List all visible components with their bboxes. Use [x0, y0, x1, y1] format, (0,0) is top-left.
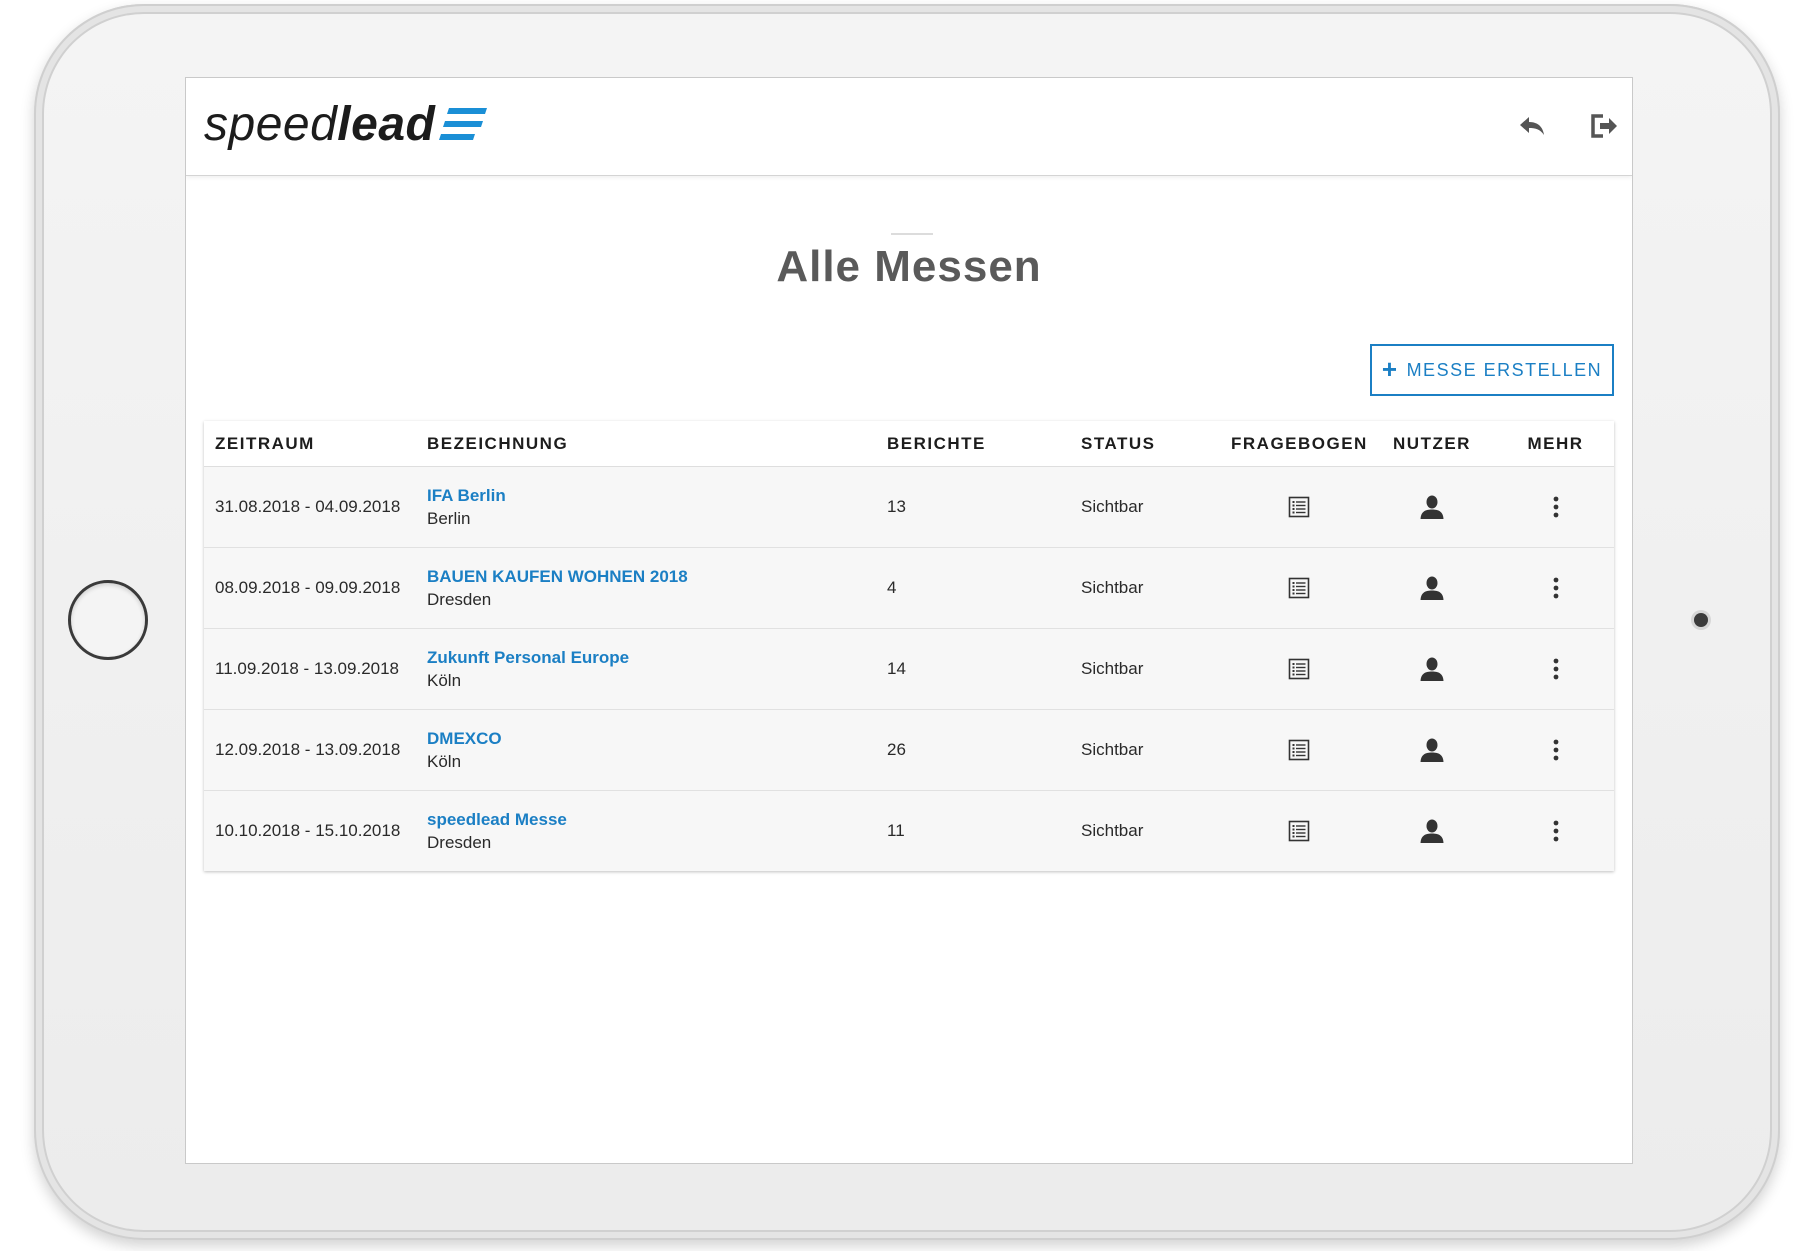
- row-mehr: [1497, 570, 1614, 606]
- messe-city: Dresden: [427, 589, 492, 609]
- column-header-zeitraum[interactable]: ZEITRAUM: [204, 434, 416, 454]
- table-body: 31.08.2018 - 04.09.2018 IFA Berlin Berli…: [204, 467, 1614, 871]
- reply-arrow-icon[interactable]: [1514, 108, 1550, 144]
- row-zeitraum: 11.09.2018 - 13.09.2018: [215, 659, 400, 678]
- row-berichte: 14: [887, 659, 906, 678]
- list-icon[interactable]: [1281, 570, 1317, 606]
- title-divider: [891, 233, 933, 235]
- row-bezeichnung: DMEXCO Köln: [416, 729, 886, 772]
- more-vertical-icon[interactable]: [1538, 732, 1574, 768]
- column-header-nutzer: NUTZER: [1393, 433, 1471, 453]
- row-status: Sichtbar: [1081, 578, 1144, 597]
- messe-city: Köln: [427, 670, 462, 690]
- page-title: Alle Messen: [776, 242, 1042, 291]
- list-icon[interactable]: [1281, 489, 1317, 525]
- create-messe-button[interactable]: + MESSE ERSTELLEN: [1370, 344, 1614, 396]
- row-fragebogen: [1231, 732, 1367, 768]
- messe-name-link[interactable]: Zukunft Personal Europe: [427, 648, 886, 668]
- messe-name-link[interactable]: DMEXCO: [427, 729, 886, 749]
- table-header: ZEITRAUM BEZEICHNUNG BERICHTE STATUS FRA…: [204, 421, 1614, 467]
- app-header: speed lead: [186, 78, 1632, 176]
- messe-city: Dresden: [427, 832, 492, 852]
- logo-speed-lines-icon: [439, 108, 488, 140]
- messe-city: Berlin: [427, 508, 471, 528]
- row-zeitraum: 08.09.2018 - 09.09.2018: [215, 578, 401, 597]
- row-berichte: 26: [887, 740, 906, 759]
- table-row: 10.10.2018 - 15.10.2018 speedlead Messe …: [204, 791, 1614, 871]
- table-row: 31.08.2018 - 04.09.2018 IFA Berlin Berli…: [204, 467, 1614, 548]
- column-header-fragebogen: FRAGEBOGEN: [1231, 433, 1368, 453]
- row-fragebogen: [1231, 489, 1367, 525]
- more-vertical-icon[interactable]: [1538, 651, 1574, 687]
- row-status: Sichtbar: [1081, 659, 1144, 678]
- row-mehr: [1497, 651, 1614, 687]
- home-button[interactable]: [68, 580, 148, 660]
- row-mehr: [1497, 732, 1614, 768]
- row-bezeichnung: IFA Berlin Berlin: [416, 486, 886, 529]
- table-row: 11.09.2018 - 13.09.2018 Zukunft Personal…: [204, 629, 1614, 710]
- column-header-berichte[interactable]: BERICHTE: [886, 434, 1081, 454]
- more-vertical-icon[interactable]: [1538, 570, 1574, 606]
- messe-city: Köln: [427, 751, 462, 771]
- row-nutzer: [1367, 813, 1497, 849]
- app-screen: speedlead Alle Messen + MESSE ERSTELLEN: [185, 77, 1633, 1164]
- messe-name-link[interactable]: IFA Berlin: [427, 486, 886, 506]
- row-bezeichnung: Zukunft Personal Europe Köln: [416, 648, 886, 691]
- more-vertical-icon[interactable]: [1538, 813, 1574, 849]
- row-nutzer: [1367, 489, 1497, 525]
- row-status: Sichtbar: [1081, 821, 1144, 840]
- list-icon[interactable]: [1281, 813, 1317, 849]
- user-icon[interactable]: [1414, 489, 1450, 525]
- row-nutzer: [1367, 570, 1497, 606]
- messe-name-link[interactable]: BAUEN KAUFEN WOHNEN 2018: [427, 567, 886, 587]
- row-fragebogen: [1231, 813, 1367, 849]
- speedlead-logo[interactable]: speed lead: [204, 97, 489, 151]
- user-icon[interactable]: [1414, 732, 1450, 768]
- messen-table: ZEITRAUM BEZEICHNUNG BERICHTE STATUS FRA…: [204, 421, 1614, 871]
- camera: [1694, 613, 1708, 627]
- user-icon[interactable]: [1414, 651, 1450, 687]
- column-header-mehr: MEHR: [1527, 433, 1584, 453]
- list-icon[interactable]: [1281, 651, 1317, 687]
- row-berichte: 11: [887, 821, 905, 840]
- row-nutzer: [1367, 732, 1497, 768]
- column-header-status[interactable]: STATUS: [1081, 434, 1231, 454]
- row-status: Sichtbar: [1081, 740, 1144, 759]
- row-zeitraum: 31.08.2018 - 04.09.2018: [215, 497, 401, 516]
- table-row: 08.09.2018 - 09.09.2018 BAUEN KAUFEN WOH…: [204, 548, 1614, 629]
- row-fragebogen: [1231, 570, 1367, 606]
- row-berichte: 4: [887, 578, 897, 597]
- row-zeitraum: 10.10.2018 - 15.10.2018: [215, 821, 401, 840]
- row-mehr: [1497, 813, 1614, 849]
- row-nutzer: [1367, 651, 1497, 687]
- row-fragebogen: [1231, 651, 1367, 687]
- row-bezeichnung: BAUEN KAUFEN WOHNEN 2018 Dresden: [416, 567, 886, 610]
- more-vertical-icon[interactable]: [1538, 489, 1574, 525]
- logo-text-regular: speed: [204, 97, 338, 151]
- row-zeitraum: 12.09.2018 - 13.09.2018: [215, 740, 401, 759]
- user-icon[interactable]: [1414, 570, 1450, 606]
- create-messe-label: MESSE ERSTELLEN: [1406, 359, 1603, 380]
- table-row: 12.09.2018 - 13.09.2018 DMEXCO Köln 26 S…: [204, 710, 1614, 791]
- column-header-bezeichnung[interactable]: BEZEICHNUNG: [416, 434, 886, 454]
- plus-icon: +: [1381, 354, 1399, 384]
- list-icon[interactable]: [1281, 732, 1317, 768]
- logout-icon[interactable]: [1586, 108, 1622, 144]
- row-berichte: 13: [887, 497, 906, 516]
- user-icon[interactable]: [1414, 813, 1450, 849]
- row-status: Sichtbar: [1081, 497, 1144, 516]
- logo-text-bold: lead: [337, 97, 436, 151]
- messe-name-link[interactable]: speedlead Messe: [427, 810, 886, 830]
- row-mehr: [1497, 489, 1614, 525]
- row-bezeichnung: speedlead Messe Dresden: [416, 810, 886, 853]
